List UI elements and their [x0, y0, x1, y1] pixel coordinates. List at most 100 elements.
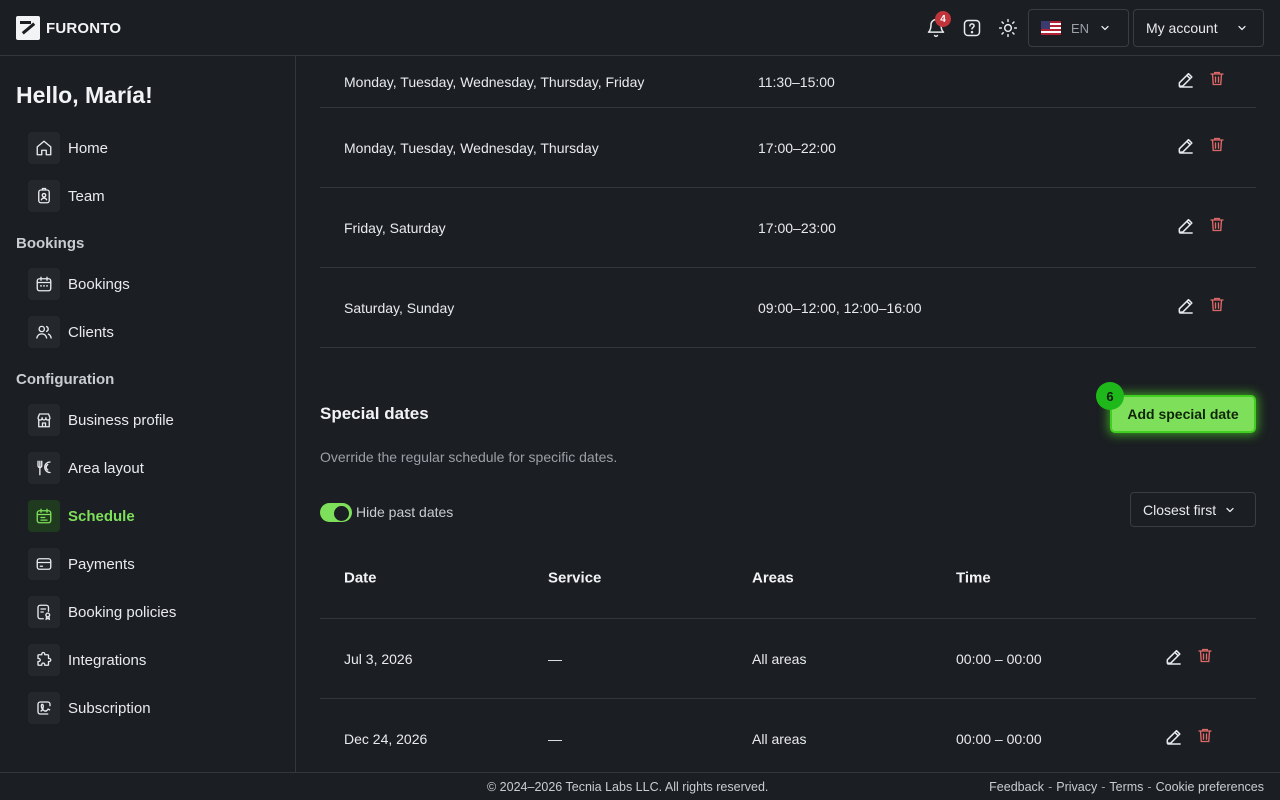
sort-select[interactable]: Closest first: [1130, 492, 1256, 527]
chevron-down-icon: [1226, 507, 1234, 512]
cell-date: Jul 3, 2026: [344, 650, 413, 667]
schedule-row: Friday, Saturday 17:00–23:00: [320, 188, 1256, 268]
language-label: EN: [1071, 20, 1090, 36]
help-icon: [963, 19, 981, 37]
utensils-icon: [28, 452, 60, 484]
sidebar-item-label: Booking policies: [68, 603, 177, 621]
sidebar-item-clients[interactable]: Clients: [28, 316, 114, 348]
cell-service: —: [548, 730, 562, 747]
delete-button[interactable]: [1196, 646, 1214, 671]
edit-button[interactable]: [1176, 215, 1196, 240]
delete-button[interactable]: [1208, 69, 1226, 94]
pencil-icon: [1178, 72, 1193, 88]
trash-icon: [1198, 728, 1212, 742]
sidebar-item-business-profile[interactable]: Business profile: [28, 404, 174, 436]
sidebar-item-home[interactable]: Home: [28, 132, 108, 164]
schedule-days: Friday, Saturday: [344, 219, 446, 236]
delete-button[interactable]: [1208, 295, 1226, 320]
sidebar-item-label: Bookings: [68, 275, 130, 293]
sidebar-item-integrations[interactable]: Integrations: [28, 644, 146, 676]
sidebar-item-booking-policies[interactable]: Booking policies: [28, 596, 176, 628]
sidebar-item-team[interactable]: Team: [28, 180, 105, 212]
sidebar-item-schedule[interactable]: Schedule: [28, 500, 135, 532]
delete-button[interactable]: [1196, 726, 1214, 751]
policy-icon: [28, 596, 60, 628]
brand-logo[interactable]: FURONTO: [16, 16, 121, 40]
home-icon: [28, 132, 60, 164]
trash-icon: [1210, 137, 1224, 151]
copyright-text: © 2024–2026 Tecnia Labs LLC. All rights …: [487, 780, 769, 794]
sort-label: Closest first: [1143, 501, 1217, 518]
theme-toggle-button[interactable]: [996, 16, 1020, 40]
toggle-label: Hide past dates: [356, 504, 454, 520]
section-label-configuration: Configuration: [16, 371, 115, 388]
add-special-date-button[interactable]: Add special date: [1110, 395, 1256, 433]
schedule-time: 11:30–15:00: [758, 73, 835, 90]
language-selector[interactable]: EN: [1028, 9, 1129, 47]
pencil-icon: [1178, 298, 1193, 314]
column-header-areas: Areas: [752, 569, 794, 587]
sidebar-item-label: Home: [68, 139, 109, 157]
cell-date: Dec 24, 2026: [344, 730, 428, 747]
footer-link-cookie-preferences[interactable]: Cookie preferences: [1156, 780, 1264, 794]
section-description: Override the regular schedule for specif…: [320, 449, 618, 465]
greeting: Hello, María!: [16, 82, 153, 108]
pencil-icon: [1178, 218, 1193, 234]
edit-button[interactable]: [1164, 726, 1184, 751]
row-actions: [1176, 135, 1226, 160]
delete-button[interactable]: [1208, 135, 1226, 160]
sidebar-item-label: Schedule: [68, 507, 135, 525]
row-actions: [1176, 295, 1226, 320]
chevron-down-icon: [1237, 25, 1246, 31]
edit-button[interactable]: [1176, 69, 1196, 94]
account-menu-button[interactable]: My account: [1133, 9, 1264, 47]
table-row: Dec 24, 2026 — All areas 00:00 – 00:00: [320, 699, 1256, 772]
footer-link-feedback[interactable]: Feedback: [989, 780, 1044, 794]
cell-time: 00:00 – 00:00: [956, 730, 1042, 747]
section-title-special-dates: Special dates: [320, 404, 429, 423]
cell-time: 00:00 – 00:00: [956, 650, 1042, 667]
credit-card-icon: [28, 548, 60, 580]
row-actions: [1164, 646, 1214, 671]
edit-button[interactable]: [1164, 646, 1184, 671]
schedule-row: Saturday, Sunday 09:00–12:00, 12:00–16:0…: [320, 268, 1256, 348]
pencil-icon: [1166, 649, 1181, 665]
edit-button[interactable]: [1176, 295, 1196, 320]
us-flag-icon: [1041, 21, 1061, 35]
cell-service: —: [548, 650, 562, 667]
row-actions: [1164, 726, 1214, 751]
column-header-service: Service: [548, 569, 602, 587]
sidebar-item-bookings[interactable]: Bookings: [28, 268, 130, 300]
hide-past-dates-toggle[interactable]: [320, 503, 352, 522]
cell-areas: All areas: [752, 650, 807, 667]
sidebar: Hello, María! Home Team Bookings Booking…: [0, 56, 296, 772]
trash-icon: [1210, 297, 1224, 311]
sun-icon: [998, 18, 1018, 38]
trash-icon: [1198, 648, 1212, 662]
edit-button[interactable]: [1176, 135, 1196, 160]
pencil-icon: [1178, 138, 1193, 154]
users-icon: [28, 316, 60, 348]
footer-separator: -: [1147, 780, 1152, 794]
sidebar-item-label: Payments: [68, 555, 135, 573]
trash-icon: [1210, 217, 1224, 231]
footer-link-privacy[interactable]: Privacy: [1056, 780, 1097, 794]
main-content: Monday, Tuesday, Wednesday, Thursday, Fr…: [296, 56, 1280, 772]
footer-link-terms[interactable]: Terms: [1109, 780, 1143, 794]
footer-separator: -: [1101, 780, 1106, 794]
sidebar-item-payments[interactable]: Payments: [28, 548, 135, 580]
chevron-down-icon: [1101, 25, 1109, 31]
delete-button[interactable]: [1208, 215, 1226, 240]
schedule-row: Monday, Tuesday, Wednesday, Thursday, Fr…: [320, 56, 1256, 108]
schedule-time: 17:00–23:00: [758, 219, 836, 236]
sidebar-item-area-layout[interactable]: Area layout: [28, 452, 144, 484]
sidebar-item-label: Area layout: [68, 459, 144, 477]
sidebar-item-subscription[interactable]: Subscription: [28, 692, 151, 724]
schedule-row: Monday, Tuesday, Wednesday, Thursday 17:…: [320, 108, 1256, 188]
sidebar-item-label: Subscription: [68, 699, 151, 717]
notification-count-badge: 4: [935, 11, 951, 27]
footer-links: Feedback - Privacy - Terms - Cookie pref…: [989, 780, 1264, 794]
sidebar-item-label: Integrations: [68, 651, 147, 669]
sidebar-item-label: Business profile: [68, 411, 174, 429]
help-button[interactable]: [960, 16, 984, 40]
